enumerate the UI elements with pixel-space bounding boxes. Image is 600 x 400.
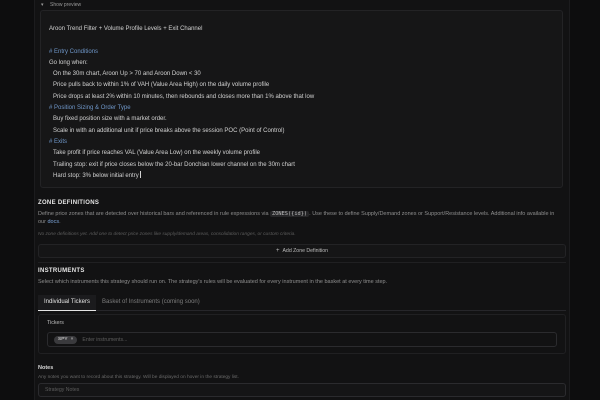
zone-definitions-description: Define price zones that are detected ove… <box>38 210 558 226</box>
strategy-notes-input[interactable]: Strategy Notes <box>38 383 566 397</box>
zone-desc-before: Define price zones that are detected ove… <box>38 211 269 217</box>
exits-heading: # Exits <box>49 138 68 145</box>
ticker-chip: SPY × <box>54 335 78 344</box>
notes-label: Notes <box>38 365 54 371</box>
strategy-text-editor[interactable]: Aroon Trend Filter + Volume Profile Leve… <box>40 10 563 188</box>
background-panel-right <box>570 0 600 400</box>
zone-definitions-title: ZONE DEFINITIONS <box>38 200 100 206</box>
exit-item: Hard stop: 3% below initial entry <box>49 170 554 182</box>
instruments-title: INSTRUMENTS <box>38 268 85 274</box>
tab-basket-of-instruments[interactable]: Basket of Instruments (coming soon) <box>96 295 206 311</box>
zone-desc-end: . <box>59 219 61 225</box>
remove-ticker-icon[interactable]: × <box>71 337 74 342</box>
docs-link[interactable]: docs <box>47 219 59 225</box>
strategy-title-line: Aroon Trend Filter + Volume Profile Leve… <box>49 26 203 32</box>
strategy-editor-modal: ▾ Show preview Aroon Trend Filter + Volu… <box>34 0 570 400</box>
entry-condition-item: On the 30m chart, Aroon Up > 70 and Aroo… <box>53 71 201 78</box>
ticker-chip-label: SPY <box>58 337 68 342</box>
tickers-label: Tickers <box>47 320 64 326</box>
exit-item-text: Hard stop: 3% below initial entry <box>53 172 139 179</box>
instrument-tabs: Individual Tickers Basket of Instruments… <box>38 295 566 311</box>
text-cursor <box>139 170 141 178</box>
background-panel-left <box>0 0 34 400</box>
exit-item: Trailing stop: exit if price closes belo… <box>53 161 295 168</box>
sizing-item: Scale in with an additional unit if pric… <box>53 127 285 134</box>
tickers-input[interactable]: SPY × Enter instruments... <box>47 332 557 347</box>
zone-empty-note: No zone definitions yet. Add one to dete… <box>38 232 296 237</box>
sizing-item: Buy fixed position size with a market or… <box>53 116 167 123</box>
show-preview-label: Show preview <box>50 2 82 8</box>
exit-item: Take profit if price reaches VAL (Value … <box>53 150 260 157</box>
entry-condition-item: Price drops at least 2% within 10 minute… <box>53 93 315 100</box>
go-long-line: Go long when: <box>49 59 88 66</box>
notes-description: Any notes you want to record about this … <box>38 375 239 380</box>
entry-conditions-heading: # Entry Conditions <box>49 48 99 55</box>
chevron-down-icon: ▾ <box>41 1 44 8</box>
instruments-description: Select which instruments this strategy s… <box>38 279 388 285</box>
tab-individual-tickers[interactable]: Individual Tickers <box>38 295 97 311</box>
show-preview-toggle[interactable]: ▾ Show preview <box>41 1 81 9</box>
section-divider <box>38 262 566 263</box>
ticker-placeholder: Enter instruments... <box>82 336 128 343</box>
add-zone-label: Add Zone Definition <box>282 248 329 254</box>
tickers-panel: Tickers SPY × Enter instruments... <box>38 314 566 354</box>
zones-code-snippet: ZONES({id}) <box>270 211 310 217</box>
plus-icon: + <box>275 248 280 254</box>
add-zone-definition-button[interactable]: + Add Zone Definition <box>38 244 566 258</box>
position-sizing-heading: # Position Sizing & Order Type <box>49 105 131 112</box>
entry-condition-item: Price pulls back to within 1% of VAH (Va… <box>53 82 270 89</box>
